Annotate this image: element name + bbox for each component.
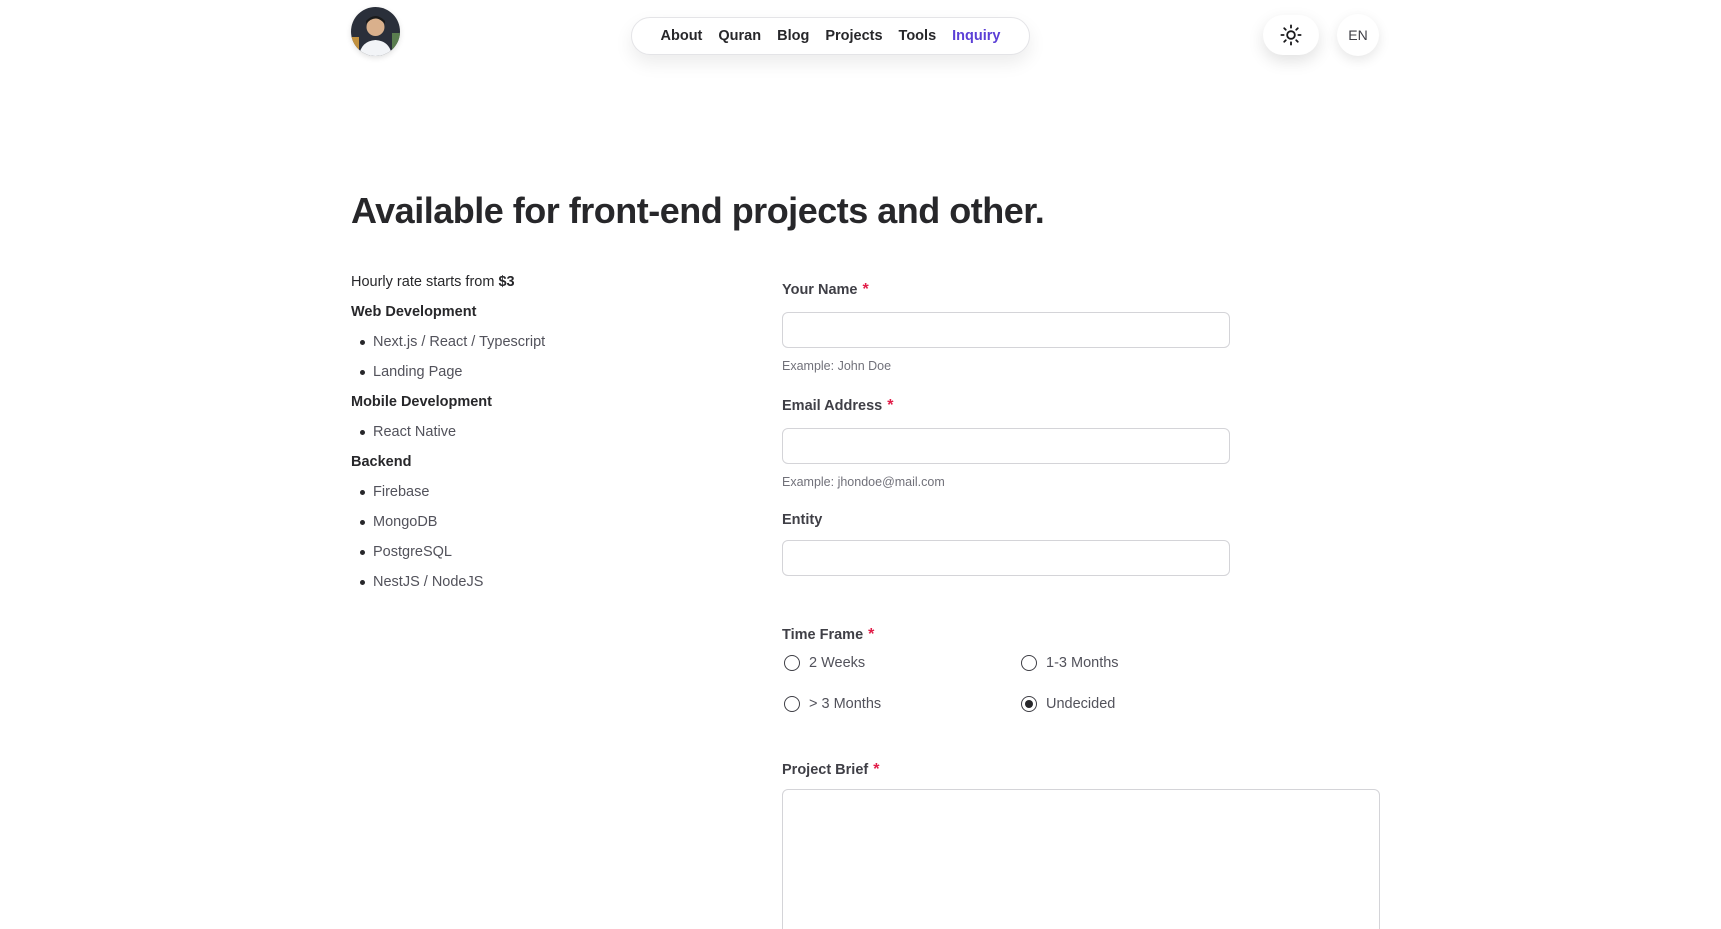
- brief-label: Project Brief *: [782, 761, 879, 779]
- name-label-text: Your Name: [782, 282, 858, 298]
- category-backend: Backend: [351, 454, 412, 470]
- required-mark: *: [862, 281, 869, 298]
- rate-prefix: Hourly rate starts from: [351, 274, 495, 290]
- timeframe-option-2-weeks[interactable]: 2 Weeks: [784, 655, 865, 671]
- name-field[interactable]: [782, 312, 1230, 348]
- required-mark: *: [873, 761, 880, 778]
- hourly-rate: Hourly rate starts from $3: [351, 271, 731, 301]
- list-item: MongoDB: [351, 511, 731, 541]
- list-item: Next.js / React / Typescript: [351, 331, 731, 361]
- entity-label: Entity: [782, 512, 823, 528]
- category-web: Web Development: [351, 304, 477, 320]
- radio-label: 1-3 Months: [1046, 655, 1119, 671]
- entity-field[interactable]: [782, 540, 1230, 576]
- timeframe-option-undecided[interactable]: Undecided: [1021, 696, 1115, 712]
- required-mark: *: [887, 397, 894, 414]
- nav-blog[interactable]: Blog: [777, 28, 809, 44]
- name-hint: Example: John Doe: [782, 359, 892, 373]
- page-title: Available for front-end projects and oth…: [351, 190, 1045, 231]
- brief-label-text: Project Brief: [782, 762, 869, 778]
- list-item: React Native: [351, 421, 731, 451]
- email-hint: Example: jhondoe@mail.com: [782, 475, 945, 489]
- radio-button[interactable]: [784, 655, 800, 671]
- rate-value: $3: [498, 274, 515, 290]
- project-brief-textarea[interactable]: [782, 789, 1380, 929]
- list-item: Firebase: [351, 481, 731, 511]
- page: About Quran Blog Projects Tools Inquiry …: [0, 0, 1721, 929]
- radio-label: 2 Weeks: [809, 655, 866, 671]
- list-item: PostgreSQL: [351, 541, 731, 571]
- nav-tools[interactable]: Tools: [899, 28, 937, 44]
- email-field[interactable]: [782, 428, 1230, 464]
- timeframe-option-1-3-months[interactable]: 1-3 Months: [1021, 655, 1119, 671]
- main-nav: About Quran Blog Projects Tools Inquiry: [631, 17, 1030, 55]
- radio-label: > 3 Months: [809, 696, 882, 712]
- nav-inquiry[interactable]: Inquiry: [952, 28, 1000, 44]
- radio-button[interactable]: [1021, 655, 1037, 671]
- radio-button-selected[interactable]: [1021, 696, 1037, 712]
- email-label-text: Email Address: [782, 398, 883, 414]
- avatar[interactable]: [351, 7, 400, 56]
- radio-button[interactable]: [784, 696, 800, 712]
- required-mark: *: [868, 626, 875, 643]
- timeframe-label-text: Time Frame: [782, 627, 864, 643]
- radio-label: Undecided: [1046, 696, 1116, 712]
- nav-projects[interactable]: Projects: [825, 28, 882, 44]
- services-list: Hourly rate starts from $3 Web Developme…: [351, 271, 731, 601]
- list-item: NestJS / NodeJS: [351, 571, 731, 601]
- name-label: Your Name *: [782, 281, 869, 299]
- sun-icon: [1280, 24, 1302, 46]
- nav-about[interactable]: About: [661, 28, 703, 44]
- theme-toggle-button[interactable]: [1263, 15, 1319, 55]
- nav-quran[interactable]: Quran: [718, 28, 761, 44]
- language-button[interactable]: EN: [1337, 14, 1379, 56]
- avatar-image: [351, 7, 400, 56]
- email-label: Email Address *: [782, 397, 893, 415]
- list-item: Landing Page: [351, 361, 731, 391]
- timeframe-label: Time Frame *: [782, 626, 874, 644]
- category-mobile: Mobile Development: [351, 394, 492, 410]
- timeframe-option-over-3-months[interactable]: > 3 Months: [784, 696, 881, 712]
